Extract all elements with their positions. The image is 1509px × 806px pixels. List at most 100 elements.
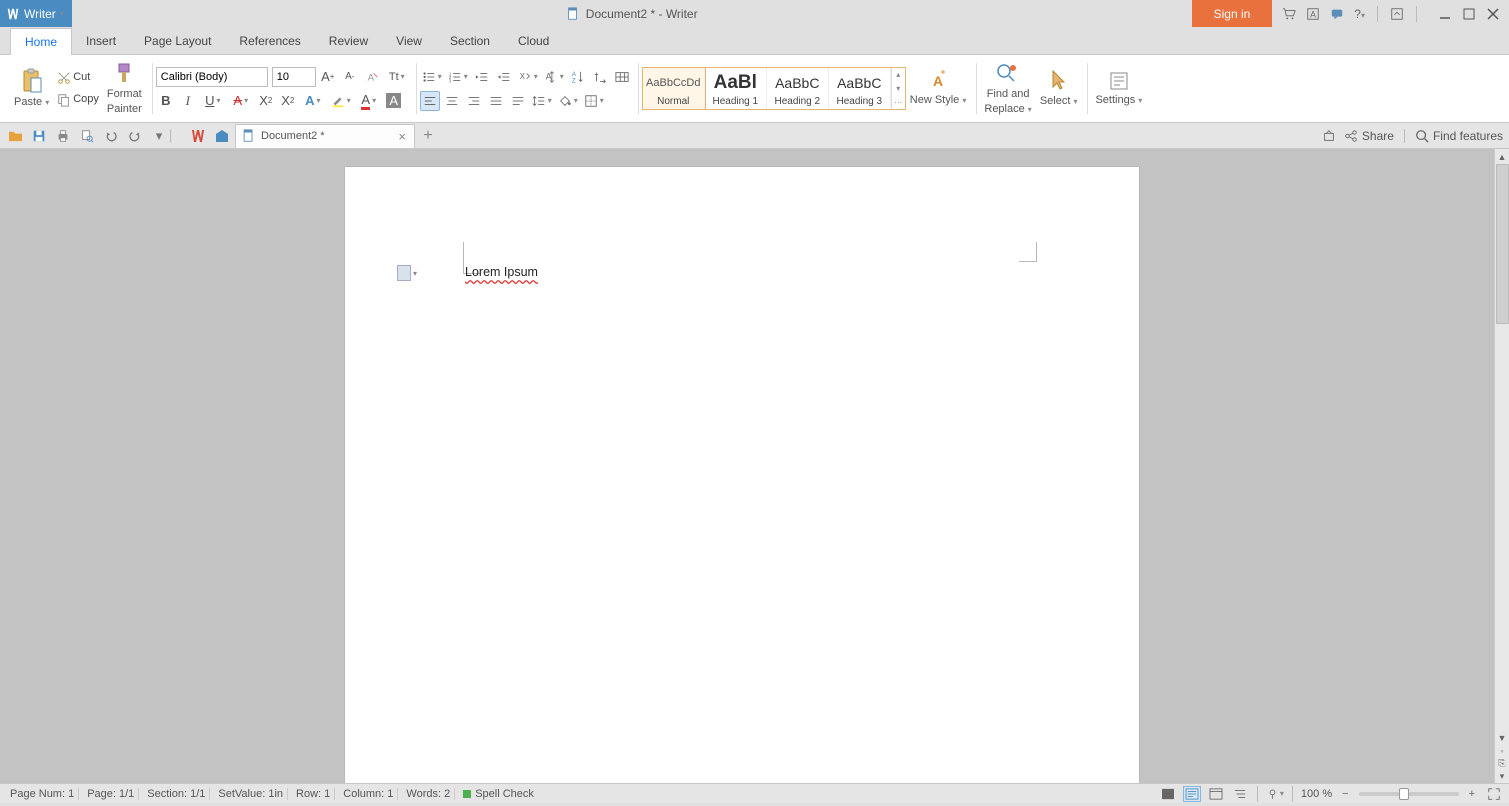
bullets-button[interactable] xyxy=(420,67,444,87)
zoom-out-button[interactable]: − xyxy=(1338,788,1352,800)
browse-object-icon[interactable]: ⎘ xyxy=(1495,757,1509,770)
settings-button[interactable]: Settings ▾ xyxy=(1091,68,1146,109)
tab-references[interactable]: References xyxy=(225,28,314,54)
status-column[interactable]: Column: 1 xyxy=(339,788,398,800)
font-color-button[interactable]: A xyxy=(356,91,382,111)
style-heading-2[interactable]: AaBbCHeading 2 xyxy=(767,68,829,109)
document-body-text[interactable]: Lorem Ipsum xyxy=(465,265,538,280)
show-marks-button[interactable] xyxy=(590,67,610,87)
find-replace-button[interactable]: Find and Replace ▾ xyxy=(980,60,1035,117)
superscript-button[interactable]: X2 xyxy=(256,91,276,111)
tab-section[interactable]: Section xyxy=(436,28,504,54)
share-button[interactable]: Share xyxy=(1344,129,1394,143)
style-heading-1[interactable]: AaBlHeading 1 xyxy=(705,68,767,109)
format-painter-button[interactable]: Format Painter xyxy=(103,60,146,117)
select-button[interactable]: Select ▾ xyxy=(1036,67,1082,110)
template-icon[interactable]: A xyxy=(1306,7,1320,21)
qa-undo-icon[interactable] xyxy=(102,127,120,145)
insert-table-button[interactable] xyxy=(612,67,632,87)
align-center-button[interactable] xyxy=(442,91,462,111)
help-icon[interactable]: ?▾ xyxy=(1354,7,1365,21)
tab-insert[interactable]: Insert xyxy=(72,28,130,54)
style-heading-3[interactable]: AaBbCHeading 3 xyxy=(829,68,891,109)
find-features-button[interactable]: Find features xyxy=(1415,129,1503,143)
tab-view[interactable]: View xyxy=(382,28,436,54)
highlight-button[interactable] xyxy=(328,91,354,111)
new-style-button[interactable]: A New Style ▾ xyxy=(906,68,971,109)
underline-button[interactable]: U xyxy=(200,91,226,111)
qa-redo-icon[interactable] xyxy=(126,127,144,145)
qa-print-preview-icon[interactable] xyxy=(78,127,96,145)
scroll-up-icon[interactable]: ▲ xyxy=(1495,149,1509,164)
align-left-button[interactable] xyxy=(420,91,440,111)
borders-button[interactable] xyxy=(582,91,606,111)
align-justify-button[interactable] xyxy=(486,91,506,111)
align-distribute-button[interactable] xyxy=(508,91,528,111)
numbering-button[interactable]: 123 xyxy=(446,67,470,87)
qa-print-icon[interactable] xyxy=(54,127,72,145)
qa-more-icon[interactable]: ▾ xyxy=(150,127,168,145)
style-normal[interactable]: AaBbCcDdNormal xyxy=(643,68,705,109)
cut-button[interactable]: Cut xyxy=(53,69,103,87)
change-case-button[interactable]: Tt xyxy=(384,67,410,87)
vertical-scrollbar[interactable]: ▲ ▼ ◦ ⎘ ▾ xyxy=(1494,149,1509,783)
zoom-in-button[interactable]: + xyxy=(1465,788,1479,800)
increase-indent-button[interactable] xyxy=(494,67,514,87)
fit-page-button[interactable] xyxy=(1485,786,1503,802)
status-zoom-text[interactable]: 100 % xyxy=(1301,788,1332,800)
shrink-font-button[interactable]: A- xyxy=(340,67,360,87)
italic-button[interactable]: I xyxy=(178,91,198,111)
tab-home[interactable]: Home xyxy=(10,28,72,55)
maximize-icon[interactable] xyxy=(1463,8,1475,20)
paragraph-options-handle[interactable]: ▾ xyxy=(397,265,417,281)
sort-button[interactable]: AZ xyxy=(568,67,588,87)
zoom-slider[interactable] xyxy=(1359,792,1459,796)
align-right-button[interactable] xyxy=(464,91,484,111)
notification-icon[interactable] xyxy=(1322,129,1336,143)
style-gallery-scroll[interactable]: ▴▾⋯ xyxy=(891,68,905,109)
eye-protect-button[interactable]: ▾ xyxy=(1266,786,1284,802)
status-section[interactable]: Section: 1/1 xyxy=(143,788,210,800)
tab-review[interactable]: Review xyxy=(315,28,382,54)
tab-cloud[interactable]: Cloud xyxy=(504,28,563,54)
tab-page-layout[interactable]: Page Layout xyxy=(130,28,225,54)
view-fullscreen-button[interactable] xyxy=(1159,786,1177,802)
view-web-layout-button[interactable] xyxy=(1207,786,1225,802)
decrease-indent-button[interactable] xyxy=(472,67,492,87)
doc-tab-close-icon[interactable]: × xyxy=(398,129,406,144)
font-name-input[interactable] xyxy=(156,67,268,87)
prev-page-icon[interactable]: ◦ xyxy=(1495,744,1509,757)
status-setvalue[interactable]: SetValue: 1in xyxy=(214,788,288,800)
feedback-icon[interactable] xyxy=(1330,7,1344,21)
line-spacing-button[interactable] xyxy=(530,91,554,111)
character-shading-button[interactable]: A xyxy=(384,91,404,111)
status-words[interactable]: Words: 2 xyxy=(402,788,455,800)
font-size-input[interactable] xyxy=(272,67,316,87)
view-print-layout-button[interactable] xyxy=(1183,786,1201,802)
strikethrough-button[interactable]: A xyxy=(228,91,254,111)
qa-save-icon[interactable] xyxy=(30,127,48,145)
status-page[interactable]: Page: 1/1 xyxy=(83,788,139,800)
apps-tab-icon[interactable] xyxy=(211,125,233,147)
qa-open-icon[interactable] xyxy=(6,127,24,145)
status-page-num[interactable]: Page Num: 1 xyxy=(6,788,79,800)
scroll-down-icon[interactable]: ▼ xyxy=(1495,731,1509,744)
minimize-icon[interactable] xyxy=(1439,8,1451,20)
bold-button[interactable]: B xyxy=(156,91,176,111)
paste-button[interactable]: Paste ▾ xyxy=(10,66,53,111)
close-icon[interactable] xyxy=(1487,8,1499,20)
app-badge[interactable]: Writer ▾ xyxy=(0,0,72,27)
scroll-thumb[interactable] xyxy=(1496,164,1509,324)
subscript-button[interactable]: X2 xyxy=(278,91,298,111)
status-spell-check[interactable]: Spell Check xyxy=(459,788,538,800)
zoom-knob[interactable] xyxy=(1399,788,1409,800)
grow-font-button[interactable]: A+ xyxy=(318,67,338,87)
sign-in-button[interactable]: Sign in xyxy=(1192,0,1273,27)
document-tab[interactable]: Document2 * × xyxy=(235,124,415,148)
shading-button[interactable] xyxy=(556,91,580,111)
view-outline-button[interactable] xyxy=(1231,786,1249,802)
clear-formatting-button[interactable]: A xyxy=(362,67,382,87)
page[interactable]: ▾ Lorem Ipsum xyxy=(345,167,1139,783)
text-direction-button[interactable]: X xyxy=(516,67,540,87)
document-area[interactable]: ▾ Lorem Ipsum xyxy=(0,149,1494,783)
